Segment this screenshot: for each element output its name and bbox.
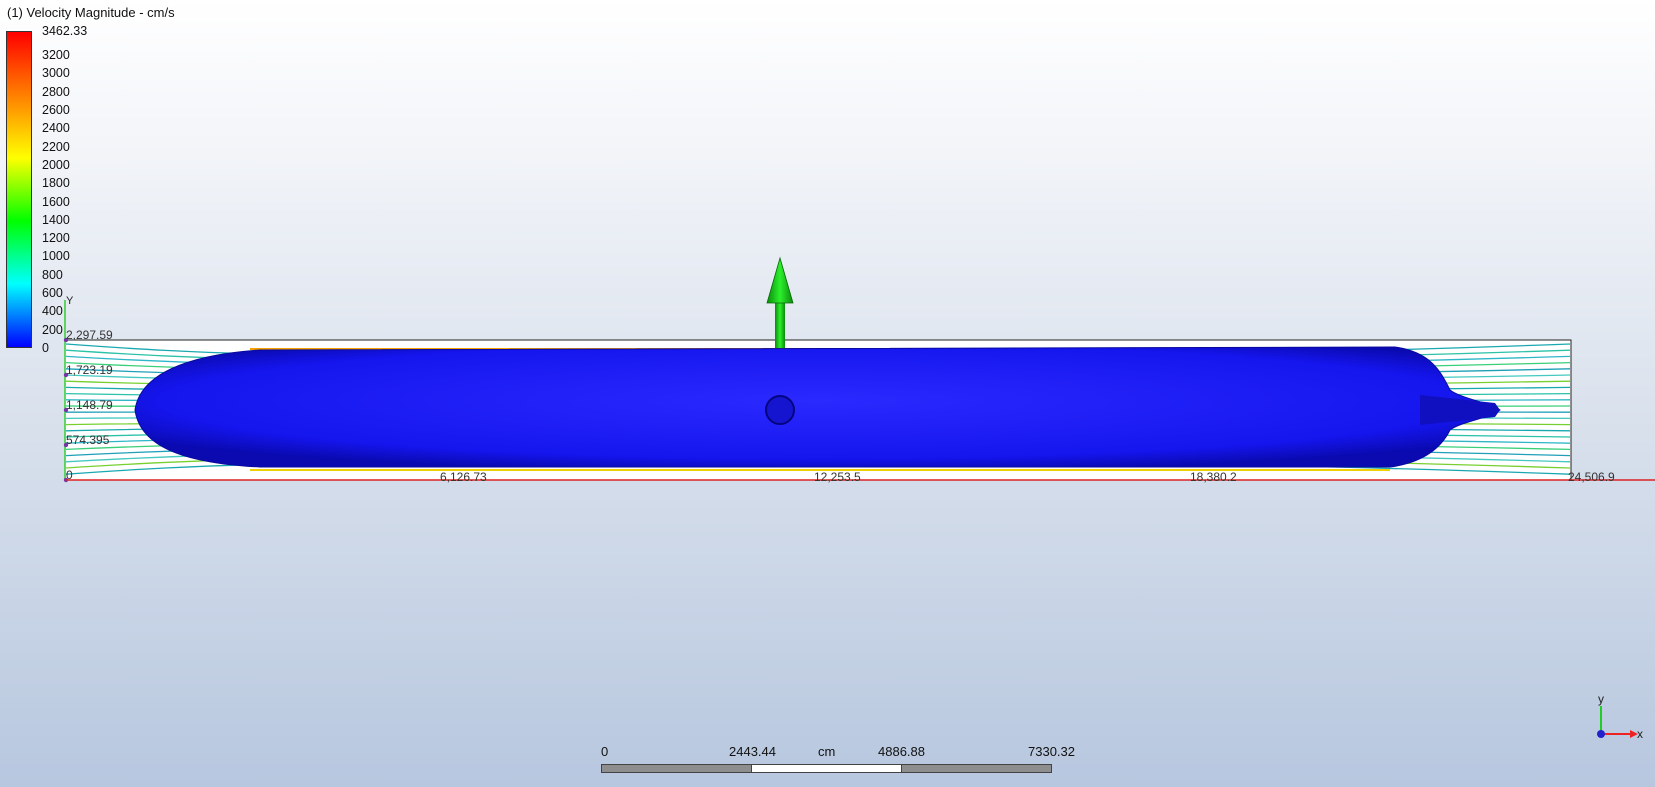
triad-x-label: x — [1637, 727, 1643, 741]
axis-triad: y x — [1597, 692, 1643, 741]
scale-label-2: 4886.88 — [878, 744, 925, 759]
horizontal-tick-label: 6,126.73 — [440, 470, 487, 484]
vertical-tick-label: 1,148.79 — [66, 398, 113, 412]
sphere-marker[interactable] — [765, 395, 795, 425]
scale-label-1: 2443.44 — [729, 744, 776, 759]
scale-segment-1 — [601, 764, 752, 773]
scale-label-0: 0 — [601, 744, 609, 759]
vertical-tick-label: 574.395 — [66, 433, 110, 447]
scale-segment-2 — [751, 764, 902, 773]
scale-label-3: 7330.32 — [1028, 744, 1075, 759]
scale-segment-3 — [901, 764, 1052, 773]
scale-unit: cm — [818, 744, 836, 759]
vertical-tick-label: 1,723.19 — [66, 363, 113, 377]
vertical-tick-label: 2,297.59 — [66, 328, 113, 342]
viewport[interactable]: Y 2,297.59 1,723.19 1,148.79 574.395 0 6,126… — [0, 0, 1655, 787]
horizontal-tick-label: 24,506.9 — [1568, 470, 1615, 484]
triad-y-label: y — [1598, 692, 1604, 706]
y-axis-label: Y — [66, 295, 74, 307]
submarine-body[interactable] — [134, 346, 1501, 468]
direction-arrow[interactable] — [766, 256, 794, 348]
horizontal-tick-label: 12,253.5 — [814, 470, 861, 484]
horizontal-tick-label: 18,380.2 — [1190, 470, 1237, 484]
